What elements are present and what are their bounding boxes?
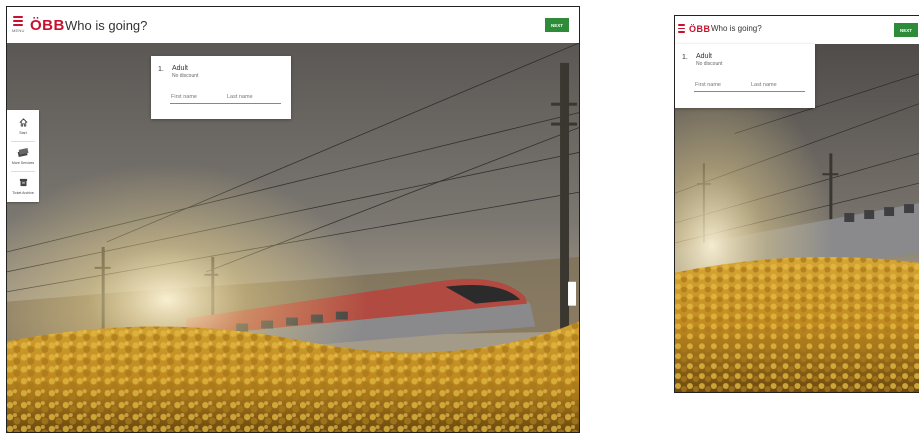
archive-box-icon bbox=[19, 178, 28, 187]
passenger-number: 1. bbox=[682, 54, 688, 61]
page-title: Who is going? bbox=[65, 18, 148, 33]
sidebar-item-ticket-archive[interactable]: Ticket Archive bbox=[7, 172, 39, 200]
next-button[interactable]: NEXT bbox=[545, 18, 569, 32]
compact-window: ÖBB Who is going? NEXT 1. Adult No disco… bbox=[674, 15, 919, 393]
menu-button[interactable]: MENU bbox=[12, 16, 25, 33]
obb-logo[interactable]: ÖBB bbox=[689, 24, 711, 34]
passenger-discount: No discount bbox=[696, 61, 723, 67]
sidebar-item-start[interactable]: Start bbox=[7, 112, 39, 140]
obb-logo[interactable]: ÖBB bbox=[30, 17, 65, 34]
sidebar-item-label: Start bbox=[19, 131, 27, 135]
sidebar-item-more-services[interactable]: More Services bbox=[7, 142, 39, 170]
side-navigation: Start More Services Ticket Archive bbox=[7, 110, 39, 202]
first-name-input[interactable]: First name bbox=[171, 94, 197, 100]
passenger-type: Adult bbox=[696, 53, 712, 60]
last-name-input[interactable]: Last name bbox=[751, 82, 777, 88]
page-title: Who is going? bbox=[711, 24, 762, 33]
passenger-card: 1. Adult No discount First name Last nam… bbox=[151, 56, 291, 119]
tickets-icon bbox=[17, 148, 29, 157]
sidebar-item-label: Ticket Archive bbox=[12, 191, 34, 195]
main-window: MENU ÖBB Who is going? NEXT 1. Adult No … bbox=[6, 6, 580, 433]
hamburger-icon bbox=[678, 24, 685, 33]
hamburger-icon bbox=[13, 16, 24, 26]
passenger-type: Adult bbox=[172, 65, 188, 72]
home-icon bbox=[19, 118, 28, 127]
passenger-number: 1. bbox=[158, 66, 164, 73]
input-underline bbox=[694, 91, 805, 92]
input-underline bbox=[170, 103, 281, 104]
passenger-card: 1. Adult No discount First name Last nam… bbox=[675, 44, 815, 108]
sidebar-item-label: More Services bbox=[11, 161, 35, 165]
first-name-input[interactable]: First name bbox=[695, 82, 721, 88]
menu-button[interactable] bbox=[678, 24, 685, 33]
next-button[interactable]: NEXT bbox=[894, 23, 918, 37]
passenger-discount: No discount bbox=[172, 73, 199, 79]
app-header: ÖBB Who is going? NEXT bbox=[675, 16, 919, 44]
background-photo bbox=[7, 43, 579, 432]
menu-label: MENU bbox=[12, 28, 25, 33]
last-name-input[interactable]: Last name bbox=[227, 94, 253, 100]
app-header: MENU ÖBB Who is going? NEXT bbox=[7, 7, 579, 43]
